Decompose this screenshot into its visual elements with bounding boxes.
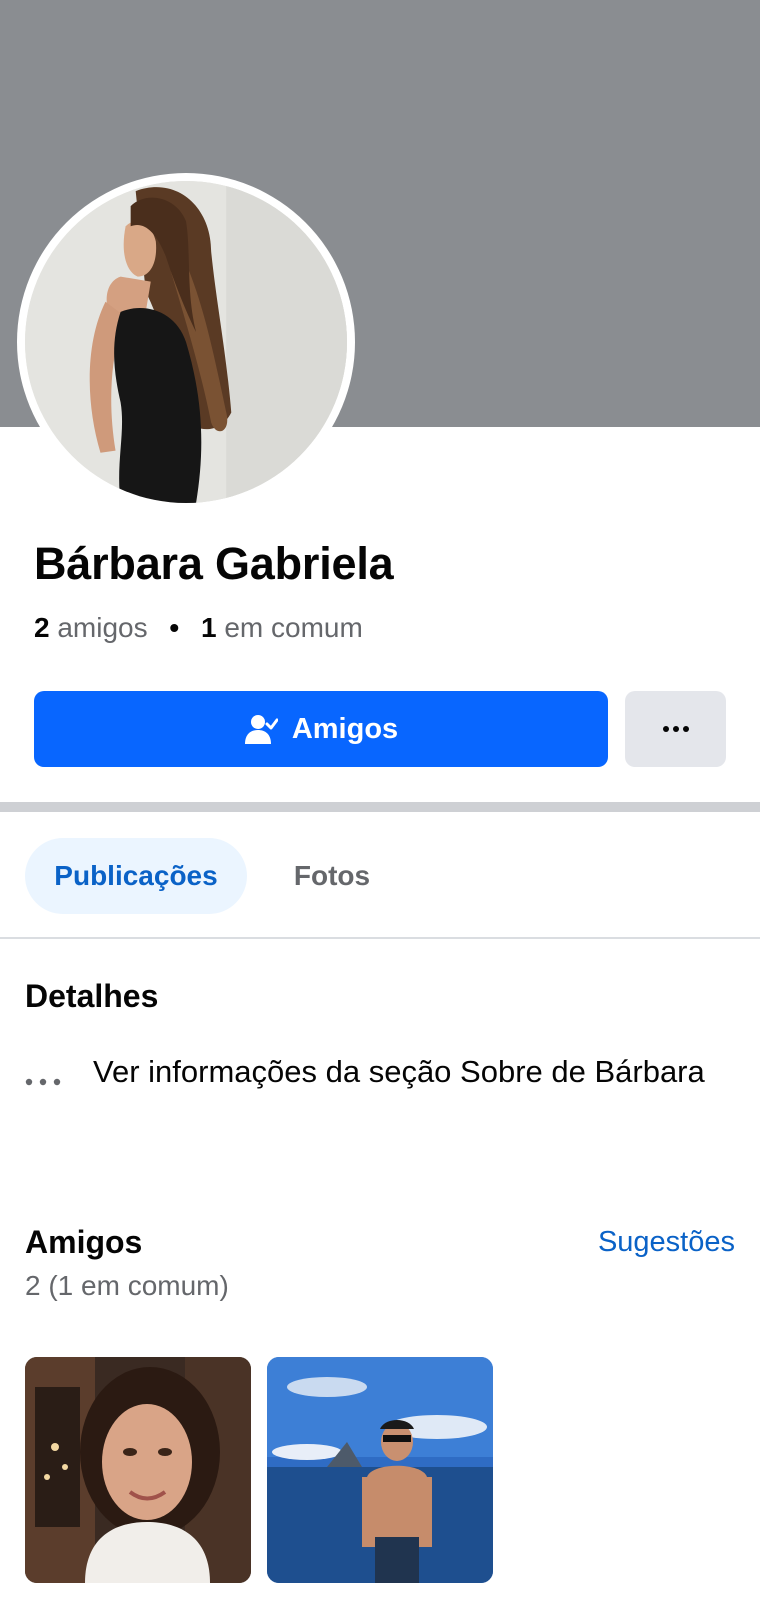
- friends-count-text: 2 (1 em comum): [25, 1270, 229, 1301]
- friend-photo[interactable]: [267, 1357, 493, 1583]
- friends-button[interactable]: Amigos: [34, 691, 608, 767]
- friend-counts[interactable]: 2 amigos • 1 em comum: [34, 612, 363, 644]
- about-link[interactable]: Ver informações da seção Sobre de Bárbar…: [25, 1051, 725, 1092]
- suggestions-link[interactable]: Sugestões: [598, 1226, 735, 1259]
- details-heading: Detalhes: [25, 978, 159, 1014]
- tab-photos[interactable]: Fotos: [272, 838, 392, 914]
- friend-check-icon: [244, 715, 278, 744]
- friends-button-label: Amigos: [291, 712, 399, 745]
- mutual-count: 1: [201, 612, 217, 643]
- about-link-text: Ver informações da seção Sobre de Bárbar…: [93, 1054, 705, 1089]
- friend-photo[interactable]: [25, 1357, 251, 1583]
- section-divider: [0, 802, 760, 812]
- profile-photo-image: [25, 181, 347, 503]
- profile-picture[interactable]: [17, 173, 355, 511]
- profile-name: Bárbara Gabriela: [34, 538, 394, 589]
- tab-posts[interactable]: Publicações: [25, 838, 247, 914]
- more-dots-icon: [25, 1078, 61, 1086]
- tabs-divider: [0, 937, 760, 939]
- friends-heading: Amigos: [25, 1224, 143, 1260]
- more-options-button[interactable]: [625, 691, 726, 767]
- friends-count: 2: [34, 612, 50, 643]
- separator-dot: •: [169, 612, 180, 643]
- mutual-label: em comum: [224, 612, 363, 643]
- friends-label: amigos: [57, 612, 148, 643]
- more-dots-icon: [662, 726, 689, 732]
